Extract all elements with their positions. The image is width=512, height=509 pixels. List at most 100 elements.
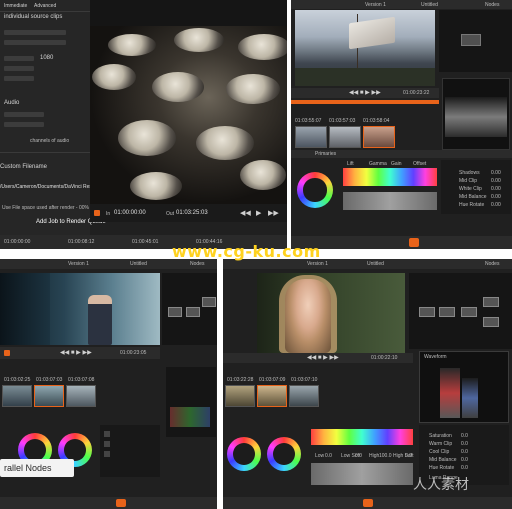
page-tabs: [223, 497, 512, 509]
out-label: Out: [166, 211, 175, 217]
color-page-icon[interactable]: [409, 238, 419, 247]
viewer-header: [90, 0, 287, 26]
param-label: Mid Balance: [429, 457, 457, 463]
codec-field[interactable]: [4, 40, 66, 45]
param-label: Mid Clip: [459, 178, 478, 184]
timeline-strip[interactable]: [291, 100, 439, 104]
param-value[interactable]: 0.00: [491, 194, 501, 200]
in-label: In: [106, 211, 111, 217]
param-label: Mid Balance: [459, 194, 487, 200]
clip-thumb-3[interactable]: [66, 385, 96, 407]
waveform-scope: Waveform: [419, 351, 509, 423]
parallel-nodes-label: rallel Nodes: [0, 459, 74, 477]
playhead-marker[interactable]: [4, 350, 10, 356]
custom-filename-label: Custom Filename: [0, 164, 48, 170]
viewer-typewriter-frame: [90, 26, 287, 204]
tab-nodes[interactable]: Nodes: [485, 261, 499, 267]
clip-thumb-1[interactable]: [295, 126, 327, 148]
tab-immediate[interactable]: Immediate: [4, 2, 27, 10]
viewer-flag-frame: [295, 10, 435, 86]
audio-rate-field[interactable]: [4, 122, 44, 127]
param-value[interactable]: 0.00: [491, 202, 501, 208]
clip-thumb-3[interactable]: [363, 126, 395, 148]
node-tools-grid: [100, 425, 160, 477]
param-value[interactable]: 0.0: [461, 465, 468, 471]
playhead-marker[interactable]: [94, 210, 100, 216]
viewer-timecode[interactable]: 01:00:23:05: [120, 350, 146, 356]
page-tabs: [0, 497, 217, 509]
param-label: Hue Rotate: [429, 465, 455, 471]
in-timecode[interactable]: 01:00:00:00: [114, 210, 146, 217]
param-label: White Clip: [459, 186, 482, 192]
height-value[interactable]: 1080: [40, 55, 53, 62]
url-watermark: www.cg-ku.com: [172, 242, 321, 261]
viewer-timecode[interactable]: 01:00:23:22: [403, 90, 429, 96]
play-icon[interactable]: ▶: [256, 209, 261, 217]
param-value[interactable]: 0.0: [461, 433, 468, 439]
audio-channels-label: channels of audio: [30, 138, 70, 144]
param-value[interactable]: 0.0: [461, 457, 468, 463]
hsl-label-high: High: [369, 453, 380, 459]
color-page-icon[interactable]: [116, 499, 126, 507]
tab-untitled[interactable]: Untitled: [367, 261, 384, 267]
param-label: Warm Clip: [429, 441, 453, 447]
param-label: Hue Rotate: [459, 202, 485, 208]
play-icon[interactable]: ◀◀ ■ ▶ ▶▶: [349, 89, 381, 96]
clip-thumb-2[interactable]: [329, 126, 361, 148]
param-value[interactable]: 0.0: [461, 441, 468, 447]
hue-curve[interactable]: [343, 168, 437, 186]
tab-advanced[interactable]: Advanced: [34, 2, 56, 10]
hsl-value-high[interactable]: 100.0: [379, 453, 392, 459]
tab-untitled[interactable]: Untitled: [421, 2, 438, 8]
hsl-value-low[interactable]: 0.0: [325, 453, 332, 459]
luma-curve[interactable]: [311, 463, 413, 485]
clip-time-3: 01:03:58:04: [363, 118, 390, 124]
primaries-header: Primaries: [291, 150, 512, 158]
format-field[interactable]: [4, 30, 66, 35]
resolution-field[interactable]: [4, 56, 34, 61]
param-value[interactable]: 0.0: [461, 449, 468, 455]
luma-curve[interactable]: [343, 192, 437, 210]
play-icon[interactable]: ◀◀ ■ ▶ ▶▶: [307, 354, 339, 361]
clip-thumb-3[interactable]: [289, 385, 319, 407]
render-location-path: /Users/Cameron/Documents/DaVinci Resolve: [0, 184, 102, 190]
viewer-portrait-frame: [257, 273, 405, 353]
hsl-value-highsoft[interactable]: 0.0: [405, 453, 412, 459]
play-icon[interactable]: ◀◀ ■ ▶ ▶▶: [60, 349, 92, 356]
color-wheel-lift[interactable]: [227, 437, 261, 471]
lift-label: Lift: [347, 161, 354, 167]
clip-time-2: 01:03:57:03: [329, 118, 356, 124]
hsl-value-lowsoft[interactable]: 0.0: [355, 453, 362, 459]
clip-thumb-1[interactable]: [2, 385, 32, 407]
next-frame-icon[interactable]: ▶▶: [268, 209, 279, 217]
color-page-header: Version 1 Untitled Nodes: [291, 0, 512, 9]
scope-title: Waveform: [424, 354, 447, 360]
clip-thumb-1[interactable]: [225, 385, 255, 407]
hue-curve[interactable]: [311, 429, 413, 445]
prev-frame-icon[interactable]: ◀◀: [240, 209, 251, 217]
clip-time-3: 01:03:07:08: [68, 377, 95, 383]
color-page-icon[interactable]: [363, 499, 373, 507]
tab-version[interactable]: Version 1: [365, 2, 386, 8]
param-value[interactable]: 0.00: [491, 178, 501, 184]
render-settings-sidebar: Immediate Advanced individual source cli…: [0, 0, 106, 235]
tab-version[interactable]: Version 1: [307, 261, 328, 267]
tab-nodes[interactable]: Nodes: [485, 2, 499, 8]
tab-version[interactable]: Version 1: [68, 261, 89, 267]
clip-thumb-2[interactable]: [34, 385, 64, 407]
tab-untitled[interactable]: Untitled: [130, 261, 147, 267]
framerate-field[interactable]: [4, 66, 34, 71]
clip-thumb-2[interactable]: [257, 385, 287, 407]
color-wheel-gamma[interactable]: [267, 437, 301, 471]
viewer-timecode[interactable]: 01:00:22:10: [371, 355, 397, 361]
color-wheel-lift[interactable]: [297, 172, 333, 208]
param-value[interactable]: 0.00: [491, 186, 501, 192]
out-timecode[interactable]: 01:03:25:03: [176, 210, 208, 217]
param-value[interactable]: 0.00: [491, 170, 501, 176]
audio-codec-field[interactable]: [4, 112, 44, 117]
transport-bar: ◀◀ ■ ▶ ▶▶ 01:00:23:05: [0, 347, 160, 359]
primaries-title: Primaries: [315, 151, 337, 157]
tab-nodes[interactable]: Nodes: [190, 261, 204, 267]
quality-field[interactable]: [4, 76, 34, 81]
man-in-suit: [88, 295, 112, 345]
